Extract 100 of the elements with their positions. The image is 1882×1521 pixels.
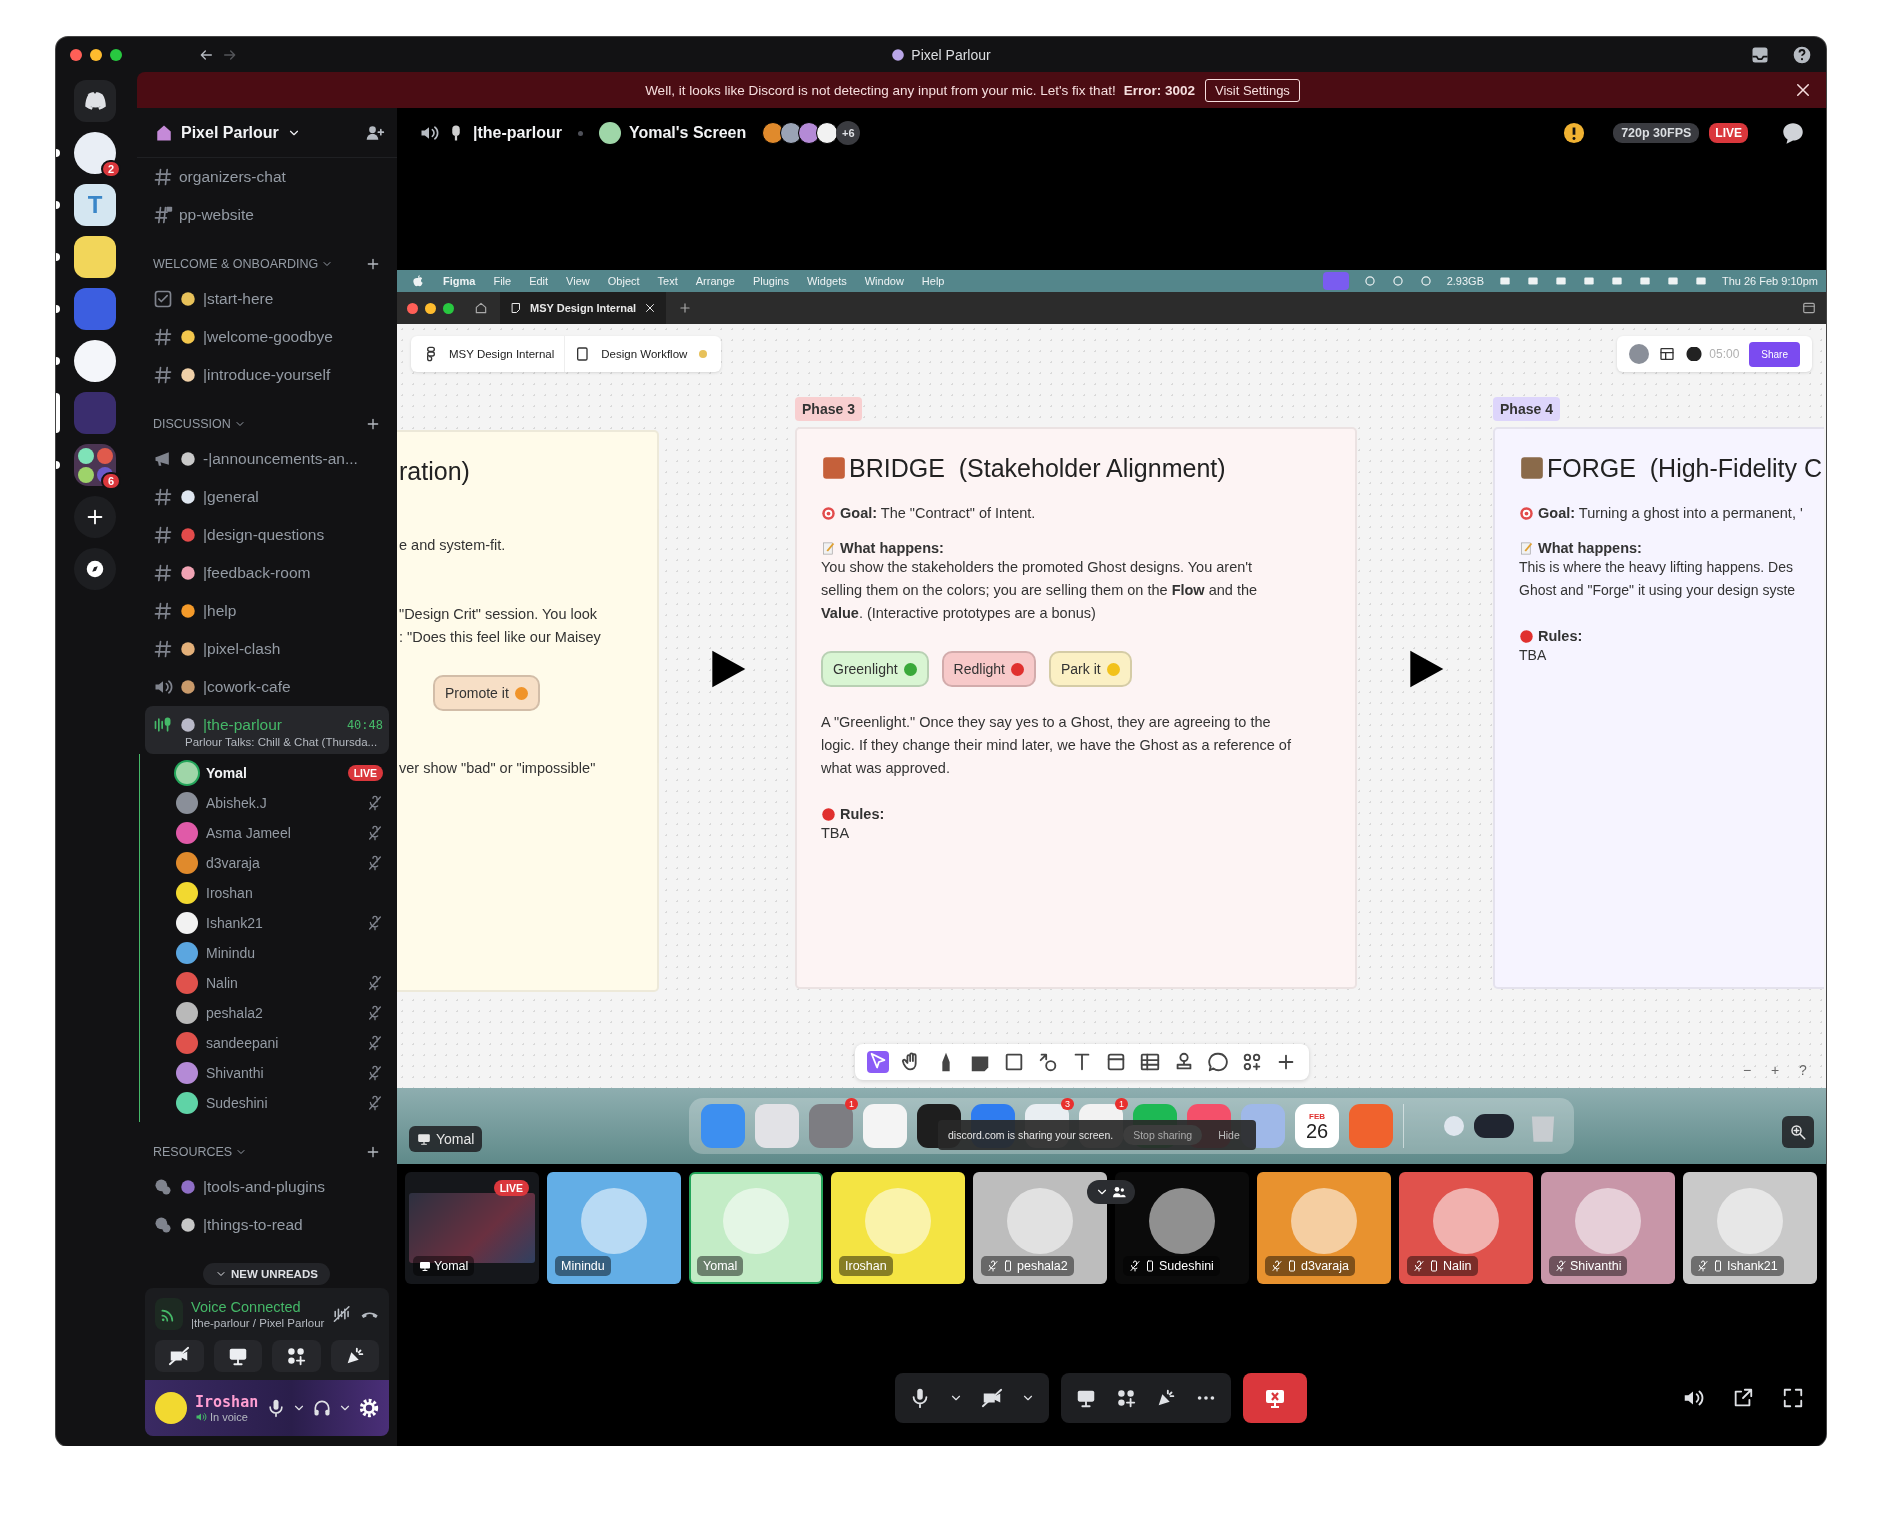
server-icon[interactable] [74,340,116,382]
category-header[interactable]: WELCOME & ONBOARDING [153,257,319,271]
participant-tile[interactable]: Ishank21 [1683,1172,1817,1284]
menu-item[interactable]: Text [657,275,678,287]
voice-member[interactable]: Nalin [176,968,389,998]
voice-member[interactable]: Asma Jameel [176,818,389,848]
channel-item[interactable]: organizers-chat [145,158,389,196]
channel-item[interactable]: |introduce-yourself [145,356,389,394]
participant-tile[interactable]: Iroshan [831,1172,965,1284]
server-name[interactable]: Pixel Parlour [181,123,279,142]
menu-item[interactable]: Object [607,275,640,287]
headphones-icon[interactable] [312,1398,333,1418]
voice-member[interactable]: Abishek.J [176,788,389,818]
plus-icon[interactable] [365,256,381,272]
plus-icon[interactable] [365,416,381,432]
channel-item[interactable]: |design-questions [145,516,389,554]
panel-icon[interactable] [1802,301,1816,315]
channel-item[interactable]: |start-here [145,280,389,318]
category-header[interactable]: RESOURCES [153,1145,233,1159]
file-tab[interactable]: MSY Design Internal [500,292,667,324]
window-control[interactable] [90,48,102,61]
zoom-button[interactable] [1782,1116,1814,1148]
hide-button[interactable]: Hide [1212,1128,1246,1142]
fullscreen-icon[interactable] [1782,1387,1804,1409]
participant-tile[interactable]: Sudeshini [1115,1172,1249,1284]
menu-item[interactable]: View [566,275,590,287]
voice-channel[interactable]: |the-parlour / Pixel Parlour [191,1317,325,1329]
voice-action-button[interactable] [330,1340,379,1372]
participant-tile[interactable]: Minindu [547,1172,681,1284]
tag-button[interactable]: Greenlight [821,651,929,687]
window-control[interactable] [425,302,436,314]
voice-member[interactable]: Shivanthi [176,1058,389,1088]
speech-bubble-icon[interactable] [1206,1051,1229,1073]
window-control[interactable] [407,302,418,314]
menu-item[interactable]: Arrange [695,275,735,287]
cursor-icon[interactable] [866,1051,889,1073]
zoom-control[interactable]: ? [1792,1062,1814,1078]
tag-button[interactable]: Promote it [433,675,540,711]
voice-member[interactable]: peshala2 [176,998,389,1028]
channel-item[interactable]: pp-website [145,196,389,234]
voice-member[interactable]: Sudeshini [176,1088,389,1118]
channel-item[interactable]: |things-to-read [145,1206,389,1244]
voice-member[interactable]: Minindu [176,938,389,968]
voice-member[interactable]: sandeepani [176,1028,389,1058]
channel-item[interactable]: |tools-and-plugins [145,1168,389,1206]
page-name[interactable]: Design Workflow [601,348,688,360]
voice-member[interactable]: Ishank21 [176,908,389,938]
stop-sharing-button[interactable]: Stop sharing [1123,1125,1203,1145]
participant-tile[interactable]: d3varaja [1257,1172,1391,1284]
menu-item[interactable]: Figma [443,275,476,287]
warning-icon[interactable] [1563,122,1586,144]
voice-action-button[interactable] [155,1340,204,1372]
voice-action-button[interactable] [213,1340,262,1372]
window-control[interactable] [110,48,122,61]
channel-item[interactable]: |pixel-clash [145,630,389,668]
channel-item[interactable]: |feedback-room [145,554,389,592]
tag-button[interactable]: Redlight [941,651,1036,687]
app-icon[interactable] [1474,1114,1514,1138]
menu-item[interactable]: Help [921,275,945,287]
menu-item[interactable]: Window [864,275,904,287]
server-icon[interactable] [74,236,116,278]
popout-icon[interactable] [1732,1387,1754,1409]
channel-item[interactable]: |cowork-cafe [145,668,389,706]
menu-item[interactable]: Edit [529,275,549,287]
chat-icon[interactable] [1780,120,1806,146]
channel-item[interactable]: |help [145,592,389,630]
voice-member[interactable]: d3varaja [176,848,389,878]
app-icon[interactable]: FEB 26 [1295,1104,1339,1148]
participant-tile[interactable]: Yomal [689,1172,823,1284]
participant-tile[interactable]: Nalin [1399,1172,1533,1284]
zoom-control[interactable]: + [1764,1062,1786,1078]
participants-menu[interactable] [1087,1180,1135,1204]
file-name[interactable]: MSY Design Internal [449,348,555,360]
channel-item[interactable]: |the-parlour 40:48 Parlour Talks: Chill & Chat (Thursda... [145,706,389,754]
discover-button[interactable] [74,548,116,590]
menu-item[interactable]: Widgets [806,275,847,287]
voice-member[interactable]: Iroshan [176,878,389,908]
category-header[interactable]: DISCUSSION [153,417,231,431]
close-icon[interactable] [1794,81,1812,99]
visit-settings-button[interactable]: Visit Settings [1204,78,1300,102]
new-unreads-pill[interactable]: NEW UNREADS [203,1263,330,1285]
window-control[interactable] [443,302,454,314]
tag-button[interactable]: Park it [1048,651,1132,687]
camera-off-icon[interactable] [980,1387,1003,1409]
signal-button[interactable] [155,1298,184,1330]
menu-item[interactable]: Plugins [752,275,789,287]
home-icon[interactable] [474,301,488,315]
settings-icon[interactable] [358,1397,381,1419]
help-icon[interactable] [1792,44,1812,65]
status-icon[interactable] [1390,274,1405,288]
window-control[interactable] [70,48,82,61]
add-server-button[interactable] [74,496,116,538]
share-button[interactable]: Share [1749,341,1800,367]
table-icon[interactable] [1138,1051,1161,1073]
layout-icon[interactable] [1659,346,1676,362]
channel-item[interactable]: |general [145,478,389,516]
zoom-control[interactable]: − [1736,1062,1758,1078]
participant-tile[interactable]: peshala2 [973,1172,1107,1284]
voice-action-button[interactable] [272,1340,321,1372]
status-icon[interactable] [1418,274,1433,288]
